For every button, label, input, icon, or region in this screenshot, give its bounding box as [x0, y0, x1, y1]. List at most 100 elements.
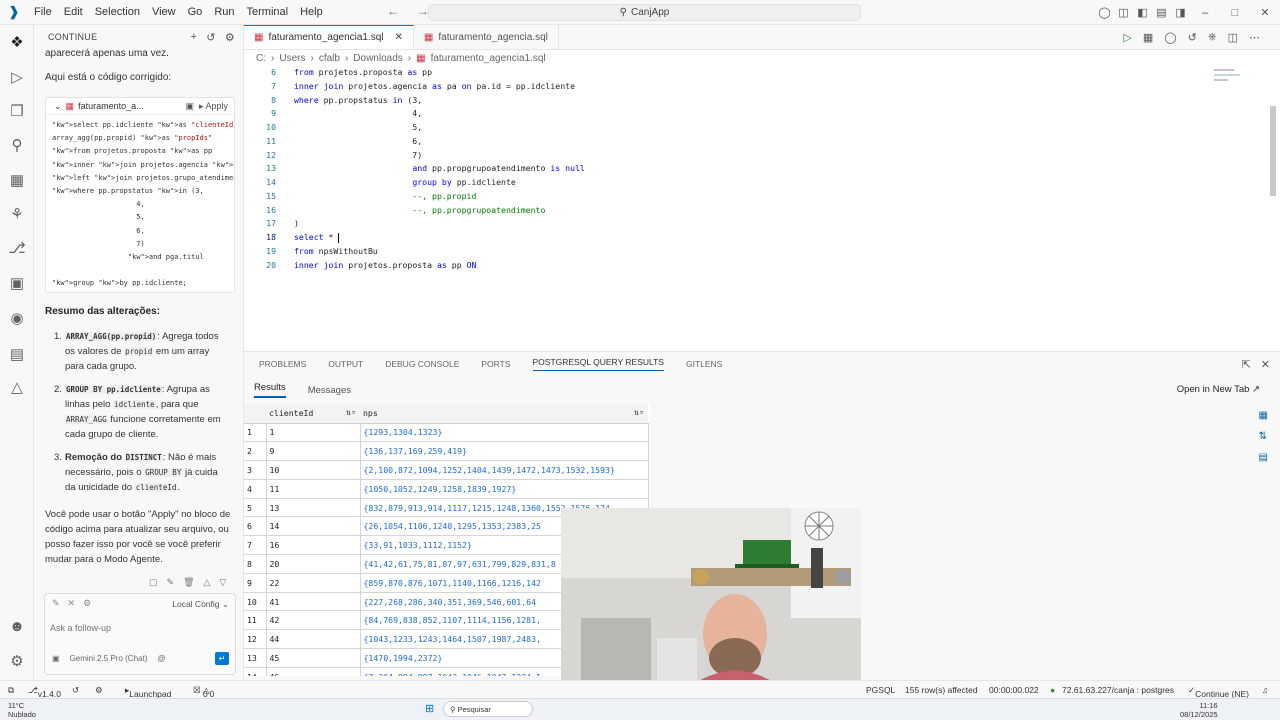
breadcrumb-file[interactable]: faturamento_agencia1.sql — [431, 53, 546, 64]
delete-icon[interactable]: 🗑 — [183, 577, 194, 588]
clienteid-cell[interactable]: 46 — [265, 667, 361, 676]
clienteid-cell[interactable]: 14 — [265, 516, 361, 537]
menu-go[interactable]: Go — [182, 0, 209, 25]
tab-postgresql-results[interactable]: POSTGRESQL QUERY RESULTS — [532, 357, 664, 371]
column-header-nps[interactable]: nps ⇅▿ — [360, 404, 648, 424]
row-number-cell[interactable]: 14 — [244, 667, 266, 676]
send-button[interactable]: ↵ — [215, 652, 229, 665]
row-number-cell[interactable]: 11 — [244, 610, 266, 631]
followup-input[interactable] — [48, 618, 232, 638]
code-line[interactable]: 18 select * — [244, 231, 1244, 245]
connection-label[interactable]: 72.61.63.227/canja : postgres — [1062, 685, 1174, 695]
breadcrumb-users[interactable]: Users — [279, 53, 305, 64]
tab-faturamento-agencia1[interactable]: ▦ faturamento_agencia1.sql ✕ — [244, 25, 414, 49]
tools-icon[interactable]: ✎ — [52, 598, 60, 609]
problems-counter[interactable]: ☒ 0 △ 0 — [193, 685, 214, 699]
testing-icon[interactable]: △ — [7, 378, 27, 398]
debug-icon[interactable]: ⚙ — [95, 685, 103, 696]
menu-run[interactable]: Run — [208, 0, 240, 25]
close-tab-icon[interactable]: ✕ — [395, 32, 403, 43]
menu-help[interactable]: Help — [294, 0, 329, 25]
clienteid-cell[interactable]: 41 — [265, 592, 361, 612]
clienteid-cell[interactable]: 20 — [265, 554, 361, 574]
continue-icon[interactable]: ❖ — [7, 33, 27, 53]
thumbs-down-icon[interactable]: ▽ — [219, 577, 226, 588]
row-number-cell[interactable]: 2 — [244, 441, 266, 462]
windows-start-icon[interactable]: ⊞ — [425, 702, 434, 715]
code-line[interactable]: 13 and pp.propgrupoatendimento is null — [244, 162, 1244, 176]
table-row[interactable]: 3 10 {2,100,872,1094,1252,1404,1439,1472,1… — [244, 460, 649, 480]
menu-view[interactable]: View — [146, 0, 182, 25]
column-header-clienteid[interactable]: clienteId ⇅▿ — [266, 404, 360, 424]
row-number-cell[interactable]: 9 — [244, 573, 266, 593]
close-panel-icon[interactable]: ✕ — [1261, 358, 1270, 371]
menu-edit[interactable]: Edit — [58, 0, 89, 25]
settings-gear-icon[interactable]: ⚙ — [225, 31, 235, 44]
row-number-cell[interactable]: 4 — [244, 479, 266, 499]
tab-gitlens[interactable]: GITLENS — [686, 359, 722, 369]
code-line[interactable]: 9 4, — [244, 107, 1244, 121]
code-line[interactable]: 11 6, — [244, 135, 1244, 149]
manage-gear-icon[interactable]: ⚙ — [7, 652, 27, 672]
mode-selector-icon[interactable]: ▣ — [52, 654, 60, 663]
command-center-search[interactable]: ⚲ CanjApp — [428, 4, 861, 21]
code-line[interactable]: 7 inner join projetos.agencia as pa on pa… — [244, 80, 1244, 94]
clienteid-cell[interactable]: 13 — [265, 498, 361, 518]
nps-cell[interactable]: {136,137,169,259,419} — [360, 441, 649, 462]
row-number-cell[interactable]: 12 — [244, 629, 266, 650]
back-arrow-icon[interactable]: ← — [387, 4, 399, 18]
tab-output[interactable]: OUTPUT — [328, 359, 363, 369]
open-in-new-tab-button[interactable]: Open in New Tab ↗ — [1177, 384, 1260, 395]
export-excel-icon[interactable]: ▦ — [1259, 410, 1268, 421]
table-row[interactable]: 2 9 {136,137,169,259,419} — [244, 441, 649, 462]
language-mode[interactable]: PGSQL — [866, 685, 895, 695]
code-line[interactable]: 19 from npsWithoutBu — [244, 245, 1244, 259]
clock[interactable]: 11:16 08/12/2025 — [1180, 701, 1218, 719]
export-csv-icon[interactable]: ⇅ — [1259, 431, 1268, 442]
sort-filter-icon[interactable]: ⇅▿ — [346, 407, 356, 417]
rules-icon[interactable]: ⚙ — [83, 598, 91, 609]
row-number-cell[interactable]: 5 — [244, 498, 266, 518]
at-mention-icon[interactable]: @ — [157, 654, 165, 663]
tab-faturamento-agencia[interactable]: ▦ faturamento_agencia.sql — [414, 25, 559, 49]
split-editor-icon[interactable]: ◫ — [1228, 31, 1238, 44]
db-connect-icon[interactable]: ◯ — [1164, 31, 1176, 44]
menu-terminal[interactable]: Terminal — [241, 0, 295, 25]
results-tab[interactable]: Results — [254, 382, 286, 398]
copy-icon[interactable]: ▢ — [149, 577, 158, 588]
code-line[interactable]: 16 --, pp.propgrupoatendimento — [244, 204, 1244, 218]
row-number-cell[interactable]: 7 — [244, 535, 266, 556]
clienteid-cell[interactable]: 1 — [265, 423, 361, 443]
layout-toggle-sidebar-icon[interactable]: ◫ — [1114, 6, 1133, 19]
clienteid-cell[interactable]: 42 — [265, 610, 361, 631]
maximize-icon[interactable]: □ — [1220, 7, 1250, 19]
clienteid-cell[interactable]: 16 — [265, 535, 361, 556]
launchpad-button[interactable]: ▸ Launchpad — [125, 685, 171, 699]
thumbs-up-icon[interactable]: △ — [204, 577, 211, 588]
row-number-cell[interactable]: 1 — [244, 423, 266, 443]
source-control-icon[interactable]: ⎇ — [7, 239, 27, 259]
taskbar-search[interactable]: ⚲ Pesquisar — [443, 701, 533, 717]
row-number-cell[interactable]: 13 — [244, 648, 266, 668]
row-number-cell[interactable]: 8 — [244, 554, 266, 574]
code-line[interactable]: 17) — [244, 217, 1244, 231]
messages-tab[interactable]: Messages — [308, 385, 351, 396]
menu-selection[interactable]: Selection — [89, 0, 146, 25]
table-row[interactable]: 1 1 {1293,1304,1323} — [244, 423, 649, 443]
tab-debug-console[interactable]: DEBUG CONSOLE — [385, 359, 459, 369]
notifications-bell-icon[interactable]: ♫ — [1262, 685, 1268, 695]
compare-icon[interactable]: ⎈ — [1208, 31, 1217, 44]
version-label[interactable]: ⎇ v1.4.0 — [28, 685, 61, 699]
local-config-label[interactable]: Local Config ⌄ — [172, 599, 229, 610]
code-line[interactable]: 20 inner join projetos.proposta as pp ON — [244, 259, 1244, 273]
layout-toggle-panel-icon[interactable]: ▤ — [1152, 6, 1171, 19]
minimize-icon[interactable]: – — [1190, 7, 1220, 19]
clienteid-cell[interactable]: 22 — [265, 573, 361, 593]
remote-icon[interactable]: ⧉ — [8, 685, 14, 696]
menu-file[interactable]: File — [28, 0, 58, 25]
breadcrumb-user[interactable]: cfalb — [319, 53, 340, 64]
more-actions-icon[interactable]: ⋯ — [1249, 31, 1260, 44]
code-editor[interactable]: 6 from projetos.proposta as pp 7 inner join… — [244, 66, 1280, 351]
row-number-cell[interactable]: 6 — [244, 516, 266, 537]
continue-status[interactable]: ✓ Continue (NE) — [1188, 685, 1249, 699]
